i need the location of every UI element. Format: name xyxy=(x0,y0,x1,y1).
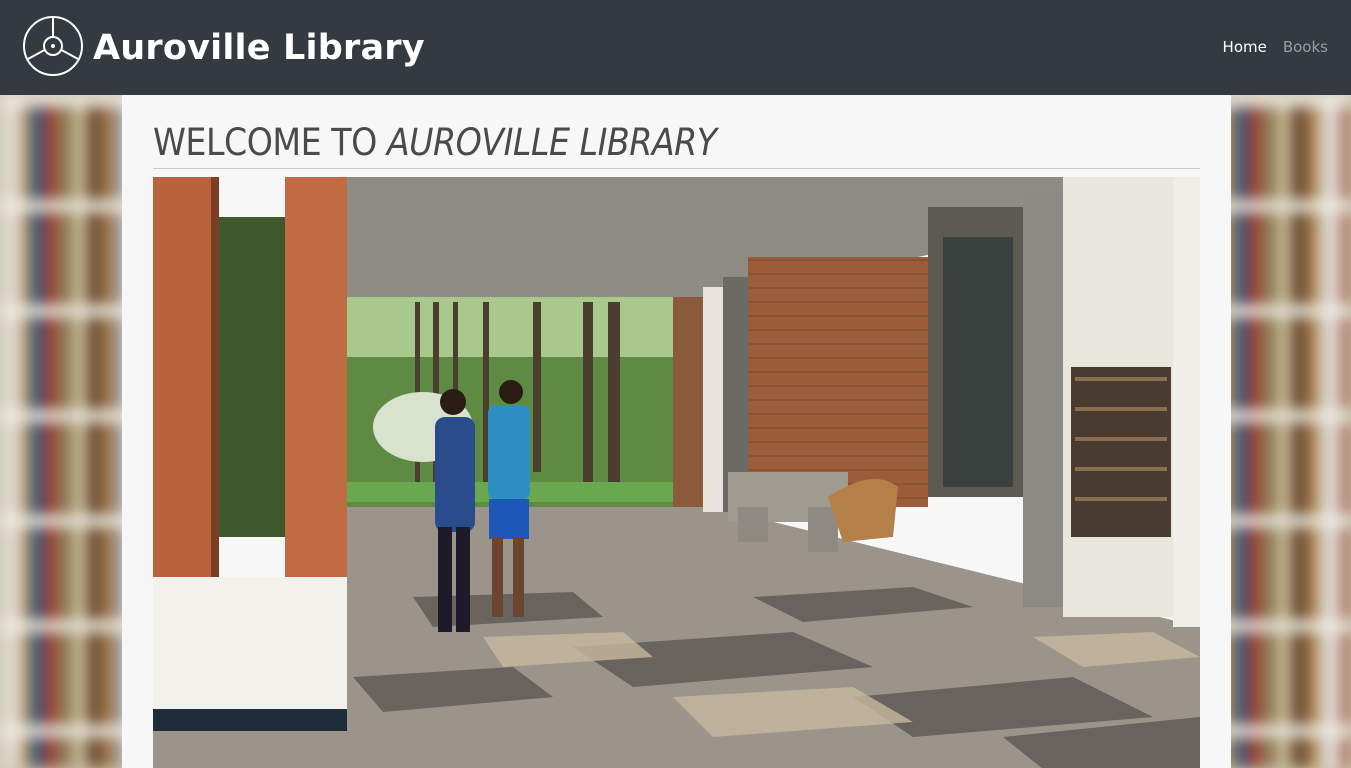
navbar: Auroville Library Home Books xyxy=(0,0,1351,95)
main-content: WELCOME TO AUROVILLE LIBRARY xyxy=(122,95,1231,768)
hero-image xyxy=(153,177,1200,768)
page-title-emphasis: AUROVILLE LIBRARY xyxy=(386,121,717,164)
auroville-emblem-icon xyxy=(22,15,84,81)
page-title: WELCOME TO AUROVILLE LIBRARY xyxy=(153,95,1200,169)
page-title-prefix: WELCOME TO xyxy=(153,121,387,164)
nav-home-link[interactable]: Home xyxy=(1223,38,1267,56)
brand-name: Auroville Library xyxy=(93,28,425,68)
nav-links: Home Books xyxy=(1207,38,1328,56)
brand-link[interactable]: Auroville Library xyxy=(22,15,425,81)
nav-books-link[interactable]: Books xyxy=(1283,38,1328,56)
